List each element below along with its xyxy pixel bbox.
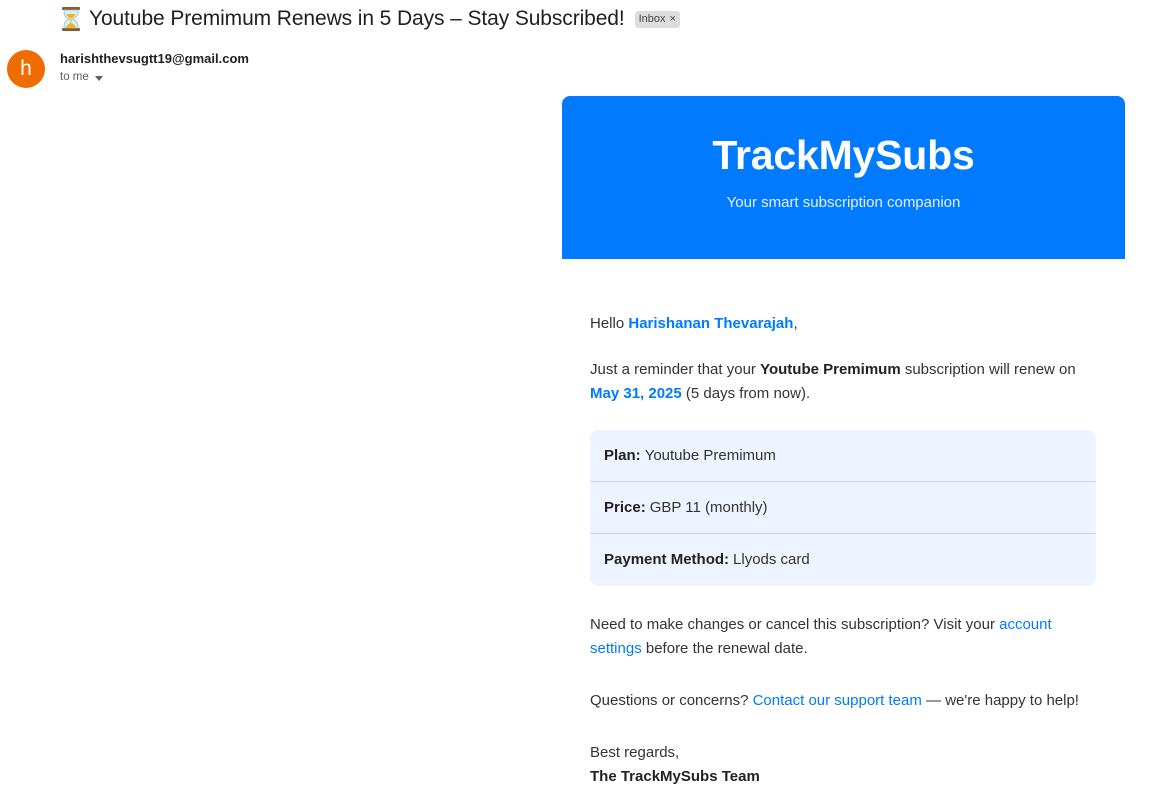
detail-value: Llyods card bbox=[733, 551, 810, 568]
changes-paragraph: Need to make changes or cancel this subs… bbox=[590, 613, 1096, 661]
signoff: Best regards, bbox=[590, 744, 680, 761]
inbox-label-chip[interactable]: Inbox × bbox=[634, 10, 680, 28]
greeting: Hello Harishanan Thevarajah, bbox=[590, 312, 1096, 336]
detail-row-price: Price: GBP 11 (monthly) bbox=[590, 482, 1096, 534]
chevron-down-icon[interactable] bbox=[94, 75, 103, 81]
detail-label: Plan: bbox=[604, 446, 641, 464]
detail-value: Youtube Premimum bbox=[644, 446, 776, 464]
recipient-name: Harishanan Thevarajah bbox=[628, 315, 794, 332]
questions-prefix: Questions or concerns? bbox=[590, 692, 753, 709]
detail-label: Price: bbox=[604, 498, 646, 516]
subscription-details: Plan: Youtube Premimum Price: GBP 11 (mo… bbox=[590, 430, 1096, 586]
detail-row-payment-method: Payment Method: Llyods card bbox=[590, 534, 1096, 586]
questions-suffix: — we're happy to help! bbox=[921, 692, 1079, 709]
changes-prefix: Need to make changes or cancel this subs… bbox=[590, 616, 1000, 633]
support-team-link[interactable]: Contact our support team bbox=[753, 692, 922, 709]
inbox-label-text: Inbox bbox=[638, 13, 666, 25]
sender-avatar[interactable]: h bbox=[7, 50, 45, 88]
email-subject-row: Youtube Premimum Renews in 5 Days – Stay… bbox=[60, 4, 680, 34]
email-view: Youtube Premimum Renews in 5 Days – Stay… bbox=[0, 0, 1176, 787]
service-name: Youtube Premimum bbox=[760, 361, 901, 378]
team-signature: The TrackMySubs Team bbox=[590, 768, 760, 785]
remove-label-icon[interactable]: × bbox=[670, 13, 676, 25]
detail-value: GBP 11 (monthly) bbox=[649, 498, 768, 516]
reminder-prefix: Just a reminder that your bbox=[590, 361, 761, 378]
detail-label: Payment Method: bbox=[604, 551, 730, 568]
renewal-reminder: Just a reminder that your Youtube Premim… bbox=[590, 358, 1096, 406]
support-paragraph: Questions or concerns? Contact our suppo… bbox=[590, 689, 1096, 713]
reminder-middle: subscription will renew on bbox=[900, 361, 1076, 378]
email-body: Hello Harishanan Thevarajah, Just a remi… bbox=[590, 312, 1096, 787]
recipient-line[interactable]: to me bbox=[60, 71, 103, 83]
renewal-date: May 31, 2025 bbox=[590, 385, 682, 402]
brand-tagline: Your smart subscription companion bbox=[726, 194, 961, 211]
hourglass-icon bbox=[60, 6, 82, 32]
sender-email[interactable]: harishthevsugtt19@gmail.com bbox=[60, 51, 249, 66]
detail-row-plan: Plan: Youtube Premimum bbox=[590, 430, 1096, 482]
greeting-suffix: , bbox=[793, 315, 798, 332]
recipient-text: to me bbox=[60, 71, 89, 83]
email-subject: Youtube Premimum Renews in 5 Days – Stay… bbox=[89, 7, 625, 30]
changes-suffix: before the renewal date. bbox=[641, 640, 808, 657]
reminder-suffix: (5 days from now). bbox=[681, 385, 811, 402]
email-banner: TrackMySubs Your smart subscription comp… bbox=[562, 96, 1125, 259]
brand-title: TrackMySubs bbox=[712, 132, 975, 178]
greeting-prefix: Hello bbox=[590, 315, 629, 332]
